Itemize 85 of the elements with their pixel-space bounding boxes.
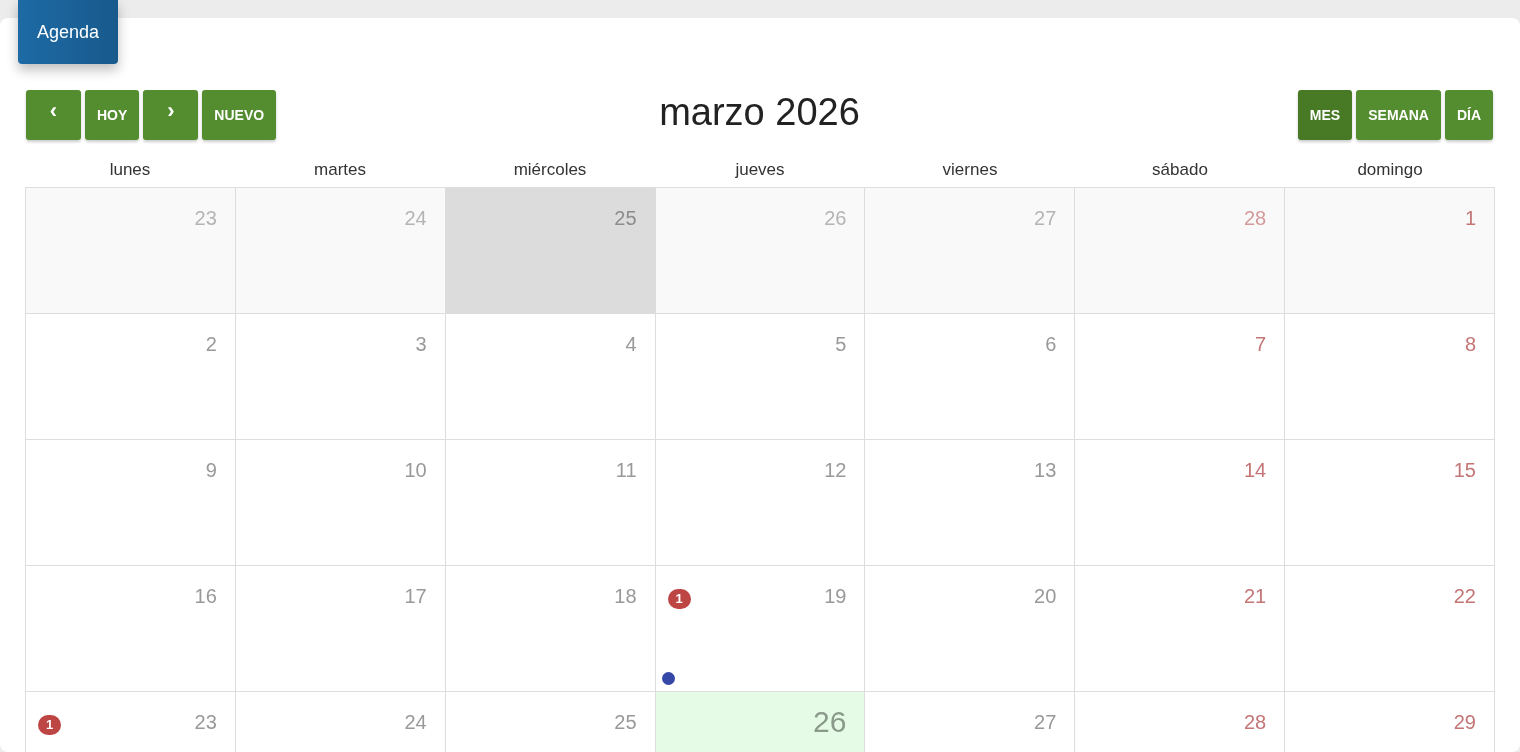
- day-cell[interactable]: 1: [1285, 188, 1495, 314]
- day-cell[interactable]: 29: [1285, 692, 1495, 752]
- day-number: 16: [194, 584, 217, 608]
- day-number: 19: [824, 584, 847, 608]
- day-cell[interactable]: 25: [445, 188, 656, 314]
- day-cell[interactable]: 27: [865, 692, 1076, 752]
- day-cell[interactable]: 6: [865, 314, 1076, 440]
- day-cell[interactable]: 26: [655, 692, 866, 752]
- day-number: 15: [1453, 458, 1476, 482]
- day-cell[interactable]: 24: [235, 692, 446, 752]
- day-cell[interactable]: 16: [26, 566, 236, 692]
- weekday-label: miércoles: [512, 159, 588, 181]
- weekday-label: sábado: [1151, 159, 1209, 181]
- day-cell[interactable]: 3: [235, 314, 446, 440]
- day-number: 7: [1255, 332, 1267, 356]
- weekday-label: domingo: [1356, 159, 1424, 181]
- day-number: 18: [614, 584, 637, 608]
- day-number: 8: [1464, 332, 1476, 356]
- day-cell[interactable]: 26: [655, 188, 866, 314]
- day-number: 22: [1453, 584, 1476, 608]
- weekday-label: lunes: [108, 159, 152, 181]
- view-button[interactable]: SEMANA: [1356, 90, 1441, 140]
- day-cell[interactable]: 5: [655, 314, 866, 440]
- day-cell[interactable]: 7: [1075, 314, 1286, 440]
- day-number: 9: [205, 458, 217, 482]
- day-cell[interactable]: 9: [26, 440, 236, 566]
- day-number: 1: [1464, 206, 1476, 230]
- day-cell[interactable]: 24: [235, 188, 446, 314]
- day-number: 21: [1243, 584, 1267, 608]
- day-number: 24: [404, 206, 427, 230]
- day-cell[interactable]: 10: [235, 440, 446, 566]
- view-button[interactable]: DÍA: [1444, 90, 1493, 140]
- day-number: 26: [813, 704, 847, 740]
- day-number: 28: [1243, 206, 1267, 230]
- day-cell[interactable]: 13: [865, 440, 1076, 566]
- day-number: 26: [824, 206, 847, 230]
- day-cell[interactable]: 22: [1285, 566, 1495, 692]
- day-number: 11: [615, 458, 637, 482]
- day-number: 4: [625, 332, 637, 356]
- day-number: 27: [1034, 710, 1057, 734]
- day-cell[interactable]: 18: [445, 566, 656, 692]
- day-cell[interactable]: 27: [865, 188, 1076, 314]
- day-number: 2: [205, 332, 217, 356]
- day-number: 14: [1243, 458, 1267, 482]
- day-number: 3: [415, 332, 427, 356]
- toolbar-button[interactable]: NUEVO: [202, 90, 277, 140]
- day-cell[interactable]: 11: [445, 440, 656, 566]
- day-number: 17: [404, 584, 427, 608]
- day-number: 27: [1034, 206, 1057, 230]
- day-cell[interactable]: 14: [1075, 440, 1286, 566]
- day-cell[interactable]: 8: [1285, 314, 1495, 440]
- day-cell[interactable]: 1 23: [26, 692, 236, 752]
- day-cell[interactable]: 4: [445, 314, 656, 440]
- day-number: 23: [194, 710, 217, 734]
- day-cell[interactable]: 28: [1075, 188, 1286, 314]
- nav-arrow-button[interactable]: ›: [143, 90, 199, 140]
- day-number: 13: [1034, 458, 1057, 482]
- day-number: 20: [1034, 584, 1057, 608]
- view-button[interactable]: MES: [1297, 90, 1353, 140]
- weekday-label: martes: [313, 159, 367, 181]
- day-cell[interactable]: 12: [655, 440, 866, 566]
- toolbar-button[interactable]: HOY: [85, 90, 140, 140]
- day-cell[interactable]: 23: [26, 188, 236, 314]
- day-number: 29: [1453, 710, 1476, 734]
- day-cell[interactable]: 15: [1285, 440, 1495, 566]
- day-cell[interactable]: 28: [1075, 692, 1286, 752]
- weekday-label: viernes: [941, 159, 999, 181]
- day-cell[interactable]: 17: [235, 566, 446, 692]
- day-cell[interactable]: 20: [865, 566, 1076, 692]
- day-number: 10: [404, 458, 427, 482]
- day-cell[interactable]: 2: [26, 314, 236, 440]
- nav-arrow-button[interactable]: ‹: [26, 90, 81, 140]
- day-number: 23: [194, 206, 217, 230]
- day-number: 12: [824, 458, 847, 482]
- day-number: 24: [404, 710, 427, 734]
- weekday-label: jueves: [734, 159, 786, 181]
- day-number: 28: [1243, 710, 1267, 734]
- day-cell[interactable]: 25: [445, 692, 656, 752]
- day-number: 5: [835, 332, 847, 356]
- day-number: 25: [614, 206, 637, 230]
- month-title: marzo 2026: [659, 91, 860, 133]
- agenda-tab[interactable]: Agenda: [18, 0, 118, 64]
- day-number: 25: [614, 710, 637, 734]
- day-number: 6: [1045, 332, 1057, 356]
- day-cell[interactable]: 21: [1075, 566, 1286, 692]
